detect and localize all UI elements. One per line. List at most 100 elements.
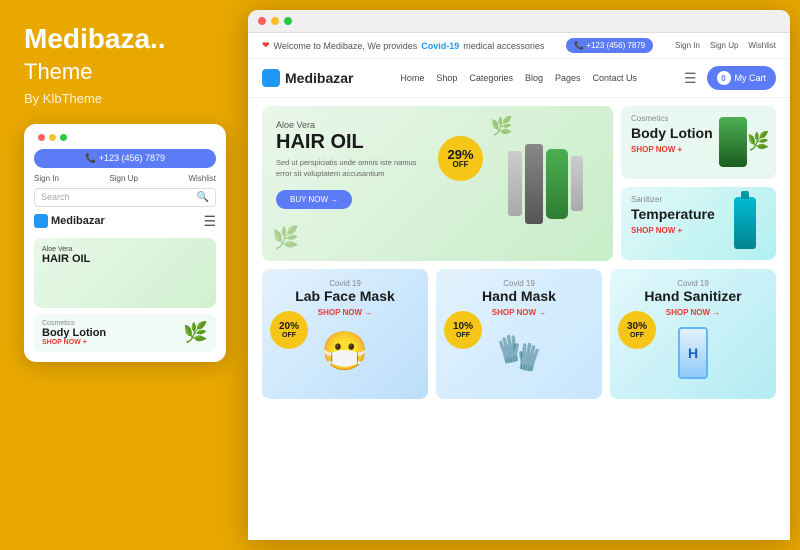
mobile-product-card: Cosmetics Body Lotion SHOP NOW + 🌿 <box>34 314 216 352</box>
leaf-icon: 🌿 <box>747 131 769 152</box>
lotion-image: 🌿 <box>717 114 772 169</box>
sanitizer-off: OFF <box>630 332 644 339</box>
mobile-mockup: 📞 +123 (456) 7879 Sign In Sign Up Wishli… <box>24 124 226 362</box>
sanitizer-discount: 30% <box>627 322 647 332</box>
right-banners: Cosmetics Body Lotion SHOP NOW + 🌿 Sanit… <box>621 106 776 261</box>
hand-mask-discount: 10% <box>453 322 473 332</box>
mobile-phone-bar: 📞 +123 (456) 7879 <box>34 149 216 168</box>
leaf-icon-left: 🌿 <box>272 225 299 251</box>
bottle-wide <box>546 149 568 219</box>
lotion-tube-icon <box>719 117 747 167</box>
browser-dot-yellow <box>271 17 279 25</box>
face-mask-badge: 20% OFF <box>270 311 308 349</box>
cart-label: My Cart <box>735 73 767 83</box>
welcome-text: Welcome to Medibaze, We provides <box>274 41 418 51</box>
hand-mask-title: Hand Mask <box>446 288 592 304</box>
nav-link-pages[interactable]: Pages <box>555 73 581 83</box>
mobile-hero-small: Aloe Vera <box>42 246 208 253</box>
side-banner-sanitizer: Sanitizer Temperature SHOP NOW + <box>621 187 776 260</box>
bottle-slim <box>508 151 522 216</box>
mask-emoji: 😷 <box>321 330 368 374</box>
dot-red <box>38 134 45 141</box>
nav-hamburger-icon[interactable]: ☰ <box>684 70 697 87</box>
mobile-brand-row: Medibazar ☰ <box>34 213 216 230</box>
hamburger-icon[interactable]: ☰ <box>203 213 216 230</box>
topbar-signup[interactable]: Sign Up <box>710 41 738 50</box>
browser-dot-green <box>284 17 292 25</box>
mobile-card-image: 🌿 <box>183 320 208 345</box>
mobile-card-shop[interactable]: SHOP NOW + <box>42 339 106 346</box>
dot-yellow <box>49 134 56 141</box>
top-bar-left: ❤ Welcome to Medibaze, We provides Covid… <box>262 40 544 51</box>
face-mask-title: Lab Face Mask <box>272 288 418 304</box>
product-card-sanitizer: Covid 19 Hand Sanitizer SHOP NOW → 30% O… <box>610 269 776 399</box>
left-panel: Medibaza.. Theme By KlbTheme 📞 +123 (456… <box>0 0 248 550</box>
side-banner-lotion: Cosmetics Body Lotion SHOP NOW + 🌿 <box>621 106 776 179</box>
mobile-hero-title: HAIR OIL <box>42 253 208 265</box>
mobile-header-row: Sign In Sign Up Wishlist <box>34 174 216 183</box>
topbar-wishlist[interactable]: Wishlist <box>748 41 776 50</box>
top-bar-phone: 📞 +123 (456) 7879 <box>566 38 653 53</box>
face-mask-discount: 20% <box>279 322 299 332</box>
face-mask-category: Covid 19 <box>272 279 418 288</box>
nav-link-contact[interactable]: Contact Us <box>593 73 638 83</box>
mobile-sign-up[interactable]: Sign Up <box>109 174 137 183</box>
app-subtitle: Theme <box>24 59 224 85</box>
mobile-dots <box>34 134 216 141</box>
site-top-bar: ❤ Welcome to Medibaze, We provides Covid… <box>248 33 790 59</box>
sanitizer-badge: 30% OFF <box>618 311 656 349</box>
nav-brand-icon <box>262 69 280 87</box>
mobile-card-title: Body Lotion <box>42 327 106 339</box>
hero-discount-badge: 29% OFF <box>438 136 483 181</box>
mobile-sign-in[interactable]: Sign In <box>34 174 59 183</box>
sanitizer-bottle-icon <box>734 197 756 249</box>
sanitizer-image <box>717 195 772 250</box>
hero-buy-button[interactable]: BUY NOW → <box>276 190 352 209</box>
mobile-search-input: Search <box>41 192 197 202</box>
sanitizer-card-category: Covid 19 <box>620 279 766 288</box>
medical-text: medical accessories <box>463 41 544 51</box>
mobile-brand: Medibazar <box>34 214 105 228</box>
covid-link[interactable]: Covid-19 <box>421 41 459 51</box>
sanitizer-bottle-card <box>678 327 708 379</box>
hand-mask-badge: 10% OFF <box>444 311 482 349</box>
bottle-tall <box>525 144 543 224</box>
main-content: Aloe Vera HAIR OIL Sed ut perspiciatis u… <box>248 98 790 269</box>
main-nav: Medibazar Home Shop Categories Blog Page… <box>248 59 790 98</box>
heart-icon: ❤ <box>262 40 270 51</box>
badge-off: OFF <box>453 161 469 169</box>
app-author: By KlbTheme <box>24 91 224 106</box>
app-title: Medibaza.. <box>24 24 224 55</box>
dot-green <box>60 134 67 141</box>
cart-button[interactable]: 0 My Cart <box>707 66 777 90</box>
nav-links: Home Shop Categories Blog Pages Contact … <box>400 73 637 83</box>
browser-dot-red <box>258 17 266 25</box>
topbar-signin[interactable]: Sign In <box>675 41 700 50</box>
mobile-search-bar[interactable]: Search 🔍 <box>34 188 216 207</box>
glove-icon: 🧤 <box>497 332 542 374</box>
product-card-hand-mask: Covid 19 Hand Mask SHOP NOW → 10% OFF 🧤 <box>436 269 602 399</box>
product-grid: Covid 19 Lab Face Mask SHOP NOW → 20% OF… <box>248 269 790 407</box>
cart-count: 0 <box>717 71 731 85</box>
search-icon: 🔍 <box>197 192 209 203</box>
browser-mockup: ❤ Welcome to Medibaze, We provides Covid… <box>248 10 790 540</box>
mobile-wishlist[interactable]: Wishlist <box>188 174 216 183</box>
hero-description: Sed ut perspiciatis unde omnis iste namu… <box>276 158 426 179</box>
brand-icon <box>34 214 48 228</box>
bottle-slim-2 <box>571 156 583 211</box>
nav-right: ☰ 0 My Cart <box>684 66 776 90</box>
mobile-card-category: Cosmetics <box>42 320 106 327</box>
browser-chrome <box>248 10 790 33</box>
nav-brand-name: Medibazar <box>285 70 353 86</box>
face-mask-off: OFF <box>282 332 296 339</box>
top-bar-right: Sign In Sign Up Wishlist <box>675 41 776 50</box>
nav-link-home[interactable]: Home <box>400 73 424 83</box>
hero-bottles <box>485 114 605 253</box>
nav-link-categories[interactable]: Categories <box>469 73 513 83</box>
nav-brand: Medibazar <box>262 69 353 87</box>
mobile-card-info: Cosmetics Body Lotion SHOP NOW + <box>42 320 106 346</box>
nav-link-blog[interactable]: Blog <box>525 73 543 83</box>
nav-link-shop[interactable]: Shop <box>436 73 457 83</box>
hero-banner: Aloe Vera HAIR OIL Sed ut perspiciatis u… <box>262 106 613 261</box>
mobile-hero: Aloe Vera HAIR OIL <box>34 238 216 308</box>
